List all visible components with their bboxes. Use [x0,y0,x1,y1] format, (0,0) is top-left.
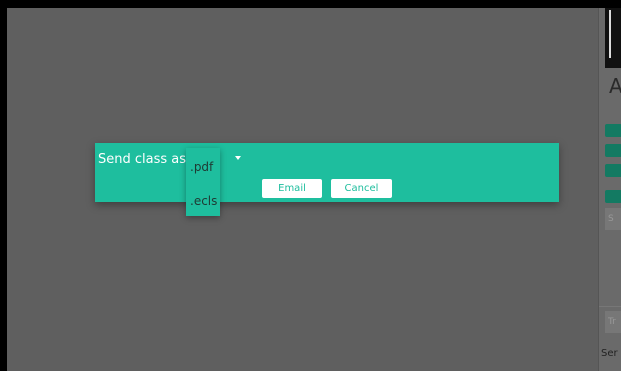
right-panel-divider [599,306,621,307]
email-button[interactable]: Email [262,179,322,198]
right-panel-header-bar [605,8,621,68]
right-panel-field-2[interactable]: Tr [605,311,621,333]
right-panel-field[interactable]: S [605,208,621,230]
send-class-label: Send class as: [98,152,191,167]
right-panel-chip-3[interactable] [605,164,621,177]
send-class-dialog: Send class as: Email Cancel [95,143,559,202]
right-side-panel: A S Tr Ser [598,8,621,371]
right-panel-chip-4[interactable] [605,190,621,203]
format-dropdown-menu: .pdf .ecls [186,148,220,216]
right-panel-footer-text: Ser [601,348,618,359]
right-panel-chip-2[interactable] [605,144,621,157]
menu-option-ecls[interactable]: .ecls [190,194,217,208]
menu-option-pdf[interactable]: .pdf [190,160,213,174]
chevron-down-icon[interactable] [235,156,241,160]
right-panel-title-letter: A [609,74,621,98]
right-panel-header-line [609,10,611,58]
right-panel-chip-1[interactable] [605,124,621,137]
cancel-button[interactable]: Cancel [331,179,392,198]
